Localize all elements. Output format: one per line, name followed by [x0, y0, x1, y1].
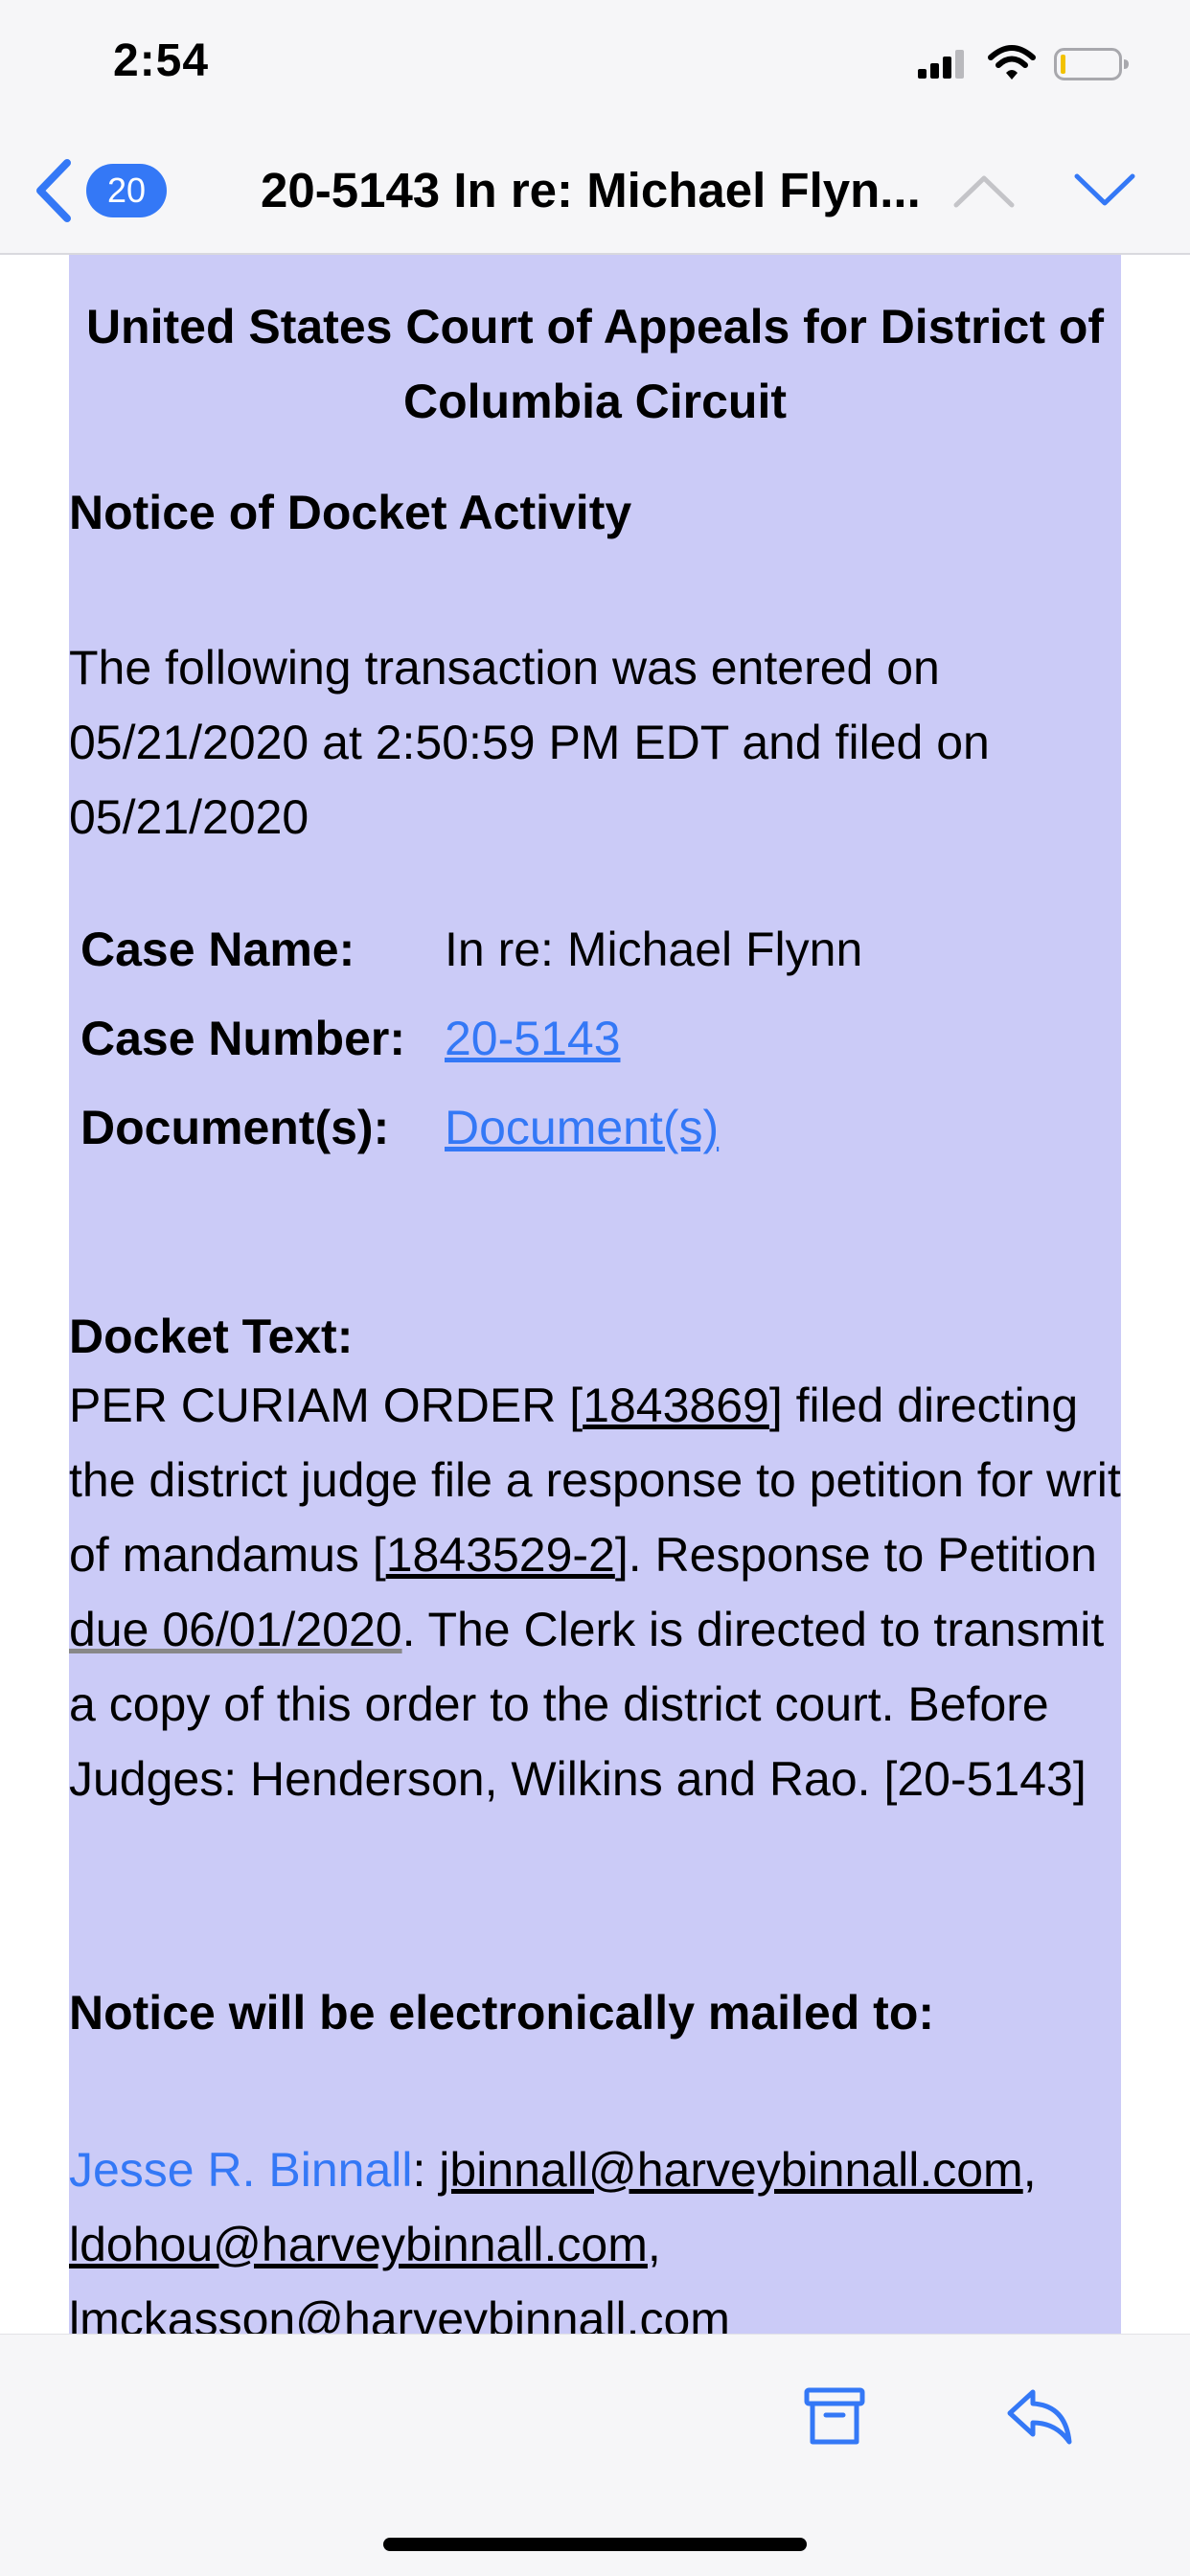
docket-ref-link[interactable]: 1843529-2	[386, 1528, 615, 1582]
recipient-email-link[interactable]: lmckasson@harveybinnall.com	[69, 2292, 730, 2334]
nav-title: 20-5143 In re: Michael Flyn...	[261, 163, 921, 217]
chevron-up-icon[interactable]	[950, 167, 1018, 215]
recipient-list: Jesse R. Binnall: jbinnall@harveybinnall…	[69, 2132, 1121, 2334]
back-chevron-icon[interactable]	[33, 157, 75, 224]
case-number-link[interactable]: 20-5143	[445, 1011, 621, 1066]
chevron-down-icon[interactable]	[1071, 167, 1138, 215]
home-indicator	[383, 2538, 807, 2551]
court-title: United States Court of Appeals for Distr…	[85, 300, 1105, 428]
recipient-name[interactable]: Jesse R. Binnall	[69, 2143, 413, 2197]
recipient-email-link[interactable]: ldohou@harveybinnall.com	[69, 2218, 648, 2271]
docket-text-part: ]. Response to Petition	[614, 1528, 1097, 1582]
mailed-heading: Notice will be electronically mailed to:	[69, 1986, 935, 2040]
recipient-email-link[interactable]: jbinnall@harveybinnall.com	[439, 2143, 1022, 2197]
signal-icon	[918, 50, 964, 79]
email-body: United States Court of Appeals for Distr…	[0, 255, 1190, 2334]
case-name-label: Case Name:	[80, 923, 355, 976]
battery-icon	[1054, 48, 1129, 80]
status-bar: 2:54	[0, 0, 1190, 134]
wifi-icon	[988, 45, 1036, 80]
reply-icon[interactable]	[1004, 2386, 1073, 2446]
back-count-badge[interactable]: 20	[86, 164, 167, 217]
recipient-comma: ,	[647, 2218, 661, 2271]
message-panel: United States Court of Appeals for Distr…	[69, 255, 1121, 2334]
docket-ref-link[interactable]: 1843869	[583, 1379, 769, 1432]
documents-label: Document(s):	[80, 1101, 390, 1154]
intro-text: The following transaction was entered on…	[69, 641, 990, 844]
nav-bar: 20 20-5143 In re: Michael Flyn...	[0, 134, 1190, 255]
recipient-separator: :	[412, 2143, 440, 2197]
docket-text-part: PER CURIAM ORDER [	[69, 1379, 584, 1432]
status-time: 2:54	[113, 35, 210, 86]
documents-link[interactable]: Document(s)	[445, 1100, 719, 1155]
notice-heading: Notice of Docket Activity	[69, 486, 632, 539]
docket-text: PER CURIAM ORDER [1843869] filed directi…	[69, 1368, 1121, 1816]
bottom-toolbar	[0, 2334, 1190, 2576]
due-date-link[interactable]: due 06/01/2020	[69, 1603, 402, 1656]
recipient-comma: ,	[1022, 2143, 1037, 2197]
archive-icon[interactable]	[803, 2386, 866, 2446]
case-name-value: In re: Michael Flynn	[445, 923, 863, 976]
docket-heading: Docket Text:	[69, 1310, 354, 1363]
case-number-label: Case Number:	[80, 1012, 405, 1065]
